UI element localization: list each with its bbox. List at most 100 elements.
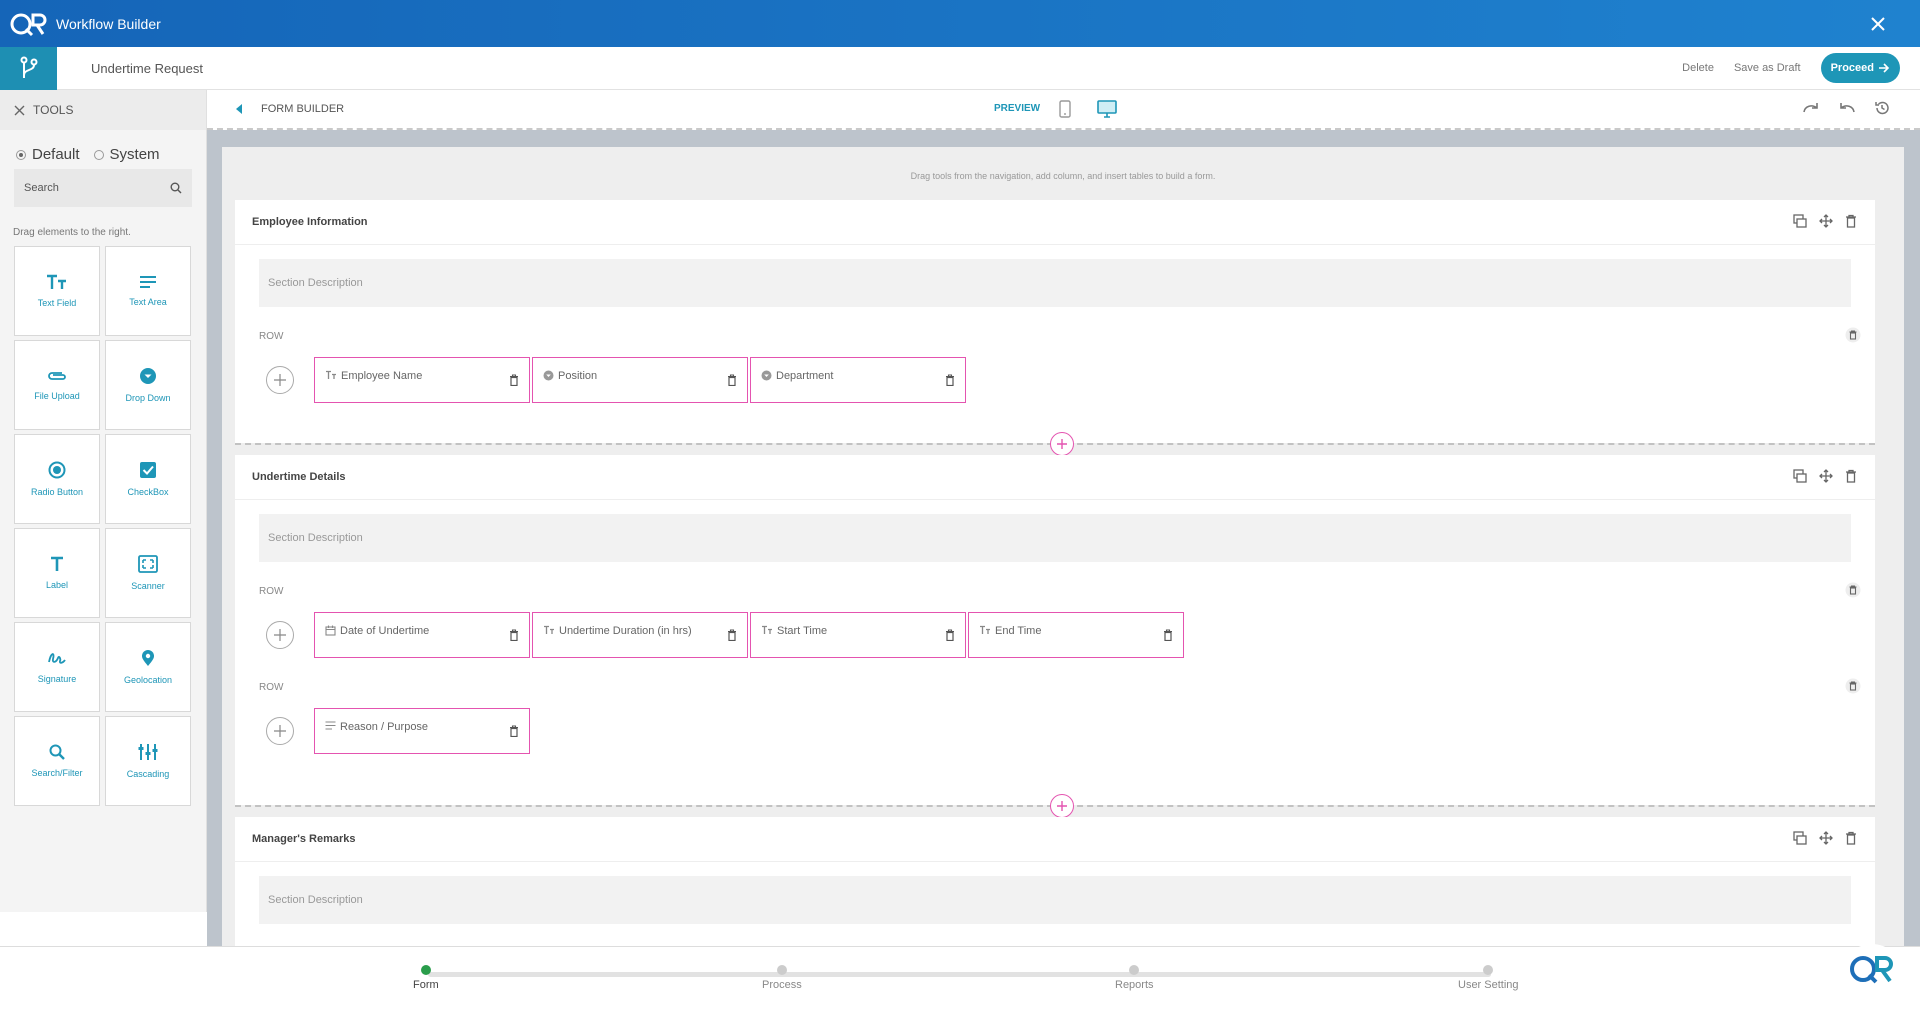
section-description[interactable]: Section Description [259, 259, 1851, 307]
add-section-button[interactable] [1050, 432, 1074, 456]
add-column-button[interactable] [266, 621, 294, 649]
close-icon[interactable] [1866, 12, 1890, 36]
trash-icon[interactable] [1845, 831, 1857, 845]
qr-logo-icon[interactable] [1844, 944, 1900, 994]
form-field[interactable]: Employee Name [314, 357, 530, 403]
field-label: Position [558, 370, 598, 382]
trash-icon[interactable] [1845, 327, 1861, 343]
form-field[interactable]: Date of Undertime [314, 612, 530, 658]
tool-file-upload[interactable]: File Upload [14, 340, 100, 430]
section-description[interactable]: Section Description [259, 514, 1851, 562]
form-field[interactable]: Undertime Duration (in hrs) [532, 612, 748, 658]
tool-label: Signature [37, 674, 77, 684]
step-dot [776, 965, 787, 975]
step-dot [1129, 965, 1140, 975]
form-field[interactable]: Position [532, 357, 748, 403]
plus-icon [274, 629, 286, 641]
trash-icon[interactable] [509, 374, 519, 389]
step-process[interactable]: Process [762, 965, 802, 991]
collapse-left-icon[interactable] [235, 104, 249, 114]
tool-checkbox[interactable]: CheckBox [105, 434, 191, 524]
close-tools-icon[interactable] [14, 105, 25, 116]
add-section-button[interactable] [1050, 794, 1074, 818]
trash-icon[interactable] [1845, 582, 1861, 598]
proceed-label: Proceed [1830, 62, 1874, 74]
step-reports[interactable]: Reports [1115, 965, 1154, 991]
dropdown-icon [140, 368, 156, 384]
step-form[interactable]: Form [413, 965, 439, 991]
duplicate-icon[interactable] [1793, 214, 1807, 228]
move-icon[interactable] [1819, 214, 1833, 228]
step-label: User Setting [1458, 979, 1519, 991]
delete-button[interactable]: Delete [1682, 62, 1714, 74]
add-column-button[interactable] [266, 717, 294, 745]
title-bar: Workflow Builder [0, 0, 1920, 47]
qr-logo-icon [10, 9, 50, 39]
proceed-button[interactable]: Proceed [1820, 53, 1900, 83]
preview-button[interactable]: PREVIEW [994, 103, 1040, 114]
trash-icon[interactable] [945, 374, 955, 389]
tool-cascading[interactable]: Cascading [105, 716, 191, 806]
move-icon[interactable] [1819, 469, 1833, 483]
field-label: Department [776, 370, 834, 382]
trash-icon[interactable] [1845, 469, 1857, 483]
form-field[interactable]: Department [750, 357, 966, 403]
step-user-setting[interactable]: User Setting [1458, 965, 1519, 991]
tool-drop-down[interactable]: Drop Down [105, 340, 191, 430]
form-builder-toolbar: FORM BUILDER PREVIEW [207, 90, 1920, 130]
section-description[interactable]: Section Description [259, 876, 1851, 924]
tool-geolocation[interactable]: Geolocation [105, 622, 191, 712]
workflow-branch-icon[interactable] [0, 46, 57, 90]
field-label: Employee Name [341, 370, 423, 382]
save-draft-button[interactable]: Save as Draft [1734, 62, 1801, 74]
form-field[interactable]: Reason / Purpose [314, 708, 530, 754]
radio-default[interactable]: Default [16, 146, 80, 163]
move-icon[interactable] [1819, 831, 1833, 845]
radio-system[interactable]: System [93, 146, 160, 163]
tool-signature[interactable]: Signature [14, 622, 100, 712]
undo-icon[interactable] [1838, 100, 1856, 114]
tool-scanner[interactable]: Scanner [105, 528, 191, 618]
tool-text-area[interactable]: Text Area [105, 246, 191, 336]
drag-hint: Drag elements to the right. [13, 227, 131, 238]
section-title: Manager's Remarks [252, 833, 356, 845]
trash-icon[interactable] [509, 725, 519, 740]
add-column-button[interactable] [266, 366, 294, 394]
form-name[interactable]: Undertime Request [91, 61, 203, 76]
canvas-hint: Drag tools from the navigation, add colu… [910, 171, 1216, 181]
section-undertime-details: Undertime Details Section Description RO… [235, 455, 1875, 805]
tool-label[interactable]: Label [14, 528, 100, 618]
calendar-icon [325, 625, 336, 636]
trash-icon[interactable] [1845, 214, 1857, 228]
tools-header: TOOLS [0, 90, 206, 130]
sub-header: Undertime Request Delete Save as Draft P… [0, 46, 1920, 90]
mobile-view-icon[interactable] [1059, 100, 1071, 123]
tool-label: Search/Filter [31, 768, 83, 778]
tool-radio-button[interactable]: Radio Button [14, 434, 100, 524]
trash-icon[interactable] [509, 629, 519, 644]
row-label: ROW [259, 331, 284, 342]
trash-icon[interactable] [1163, 629, 1173, 644]
history-icon[interactable] [1874, 100, 1890, 116]
desktop-view-icon[interactable] [1097, 100, 1117, 123]
dropdown-icon [543, 370, 554, 381]
tool-label: Scanner [131, 581, 165, 591]
tool-text-field[interactable]: Text Field [14, 246, 100, 336]
text-area-icon [140, 276, 156, 288]
trash-icon[interactable] [727, 629, 737, 644]
form-field[interactable]: End Time [968, 612, 1184, 658]
duplicate-icon[interactable] [1793, 469, 1807, 483]
duplicate-icon[interactable] [1793, 831, 1807, 845]
section-title: Undertime Details [252, 471, 346, 483]
form-field[interactable]: Start Time [750, 612, 966, 658]
text-field-icon [47, 274, 66, 289]
trash-icon[interactable] [945, 629, 955, 644]
tool-search-input[interactable]: Search [14, 169, 192, 207]
trash-icon[interactable] [1845, 678, 1861, 694]
tool-search-filter[interactable]: Search/Filter [14, 716, 100, 806]
step-label: Reports [1115, 979, 1154, 991]
trash-icon[interactable] [727, 374, 737, 389]
redo-icon[interactable] [1802, 100, 1820, 114]
form-canvas: Drag tools from the navigation, add colu… [222, 147, 1904, 946]
row-label: ROW [259, 586, 284, 597]
